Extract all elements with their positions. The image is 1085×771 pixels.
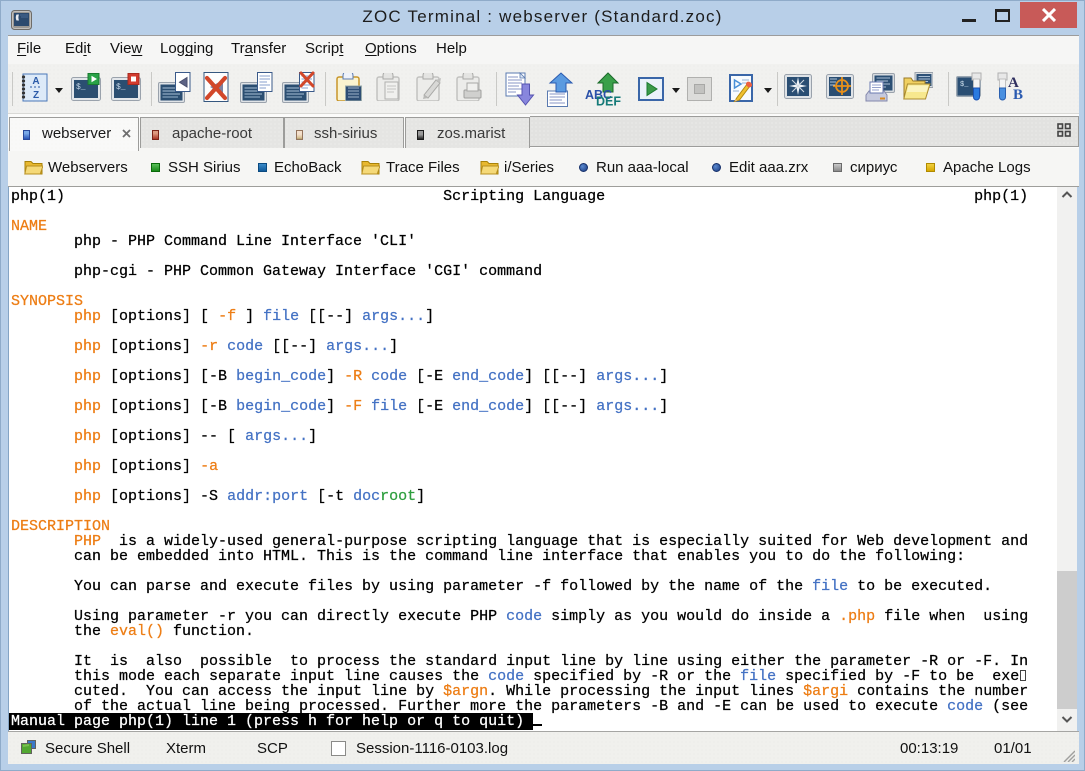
svg-text:DEF: DEF	[596, 95, 621, 109]
svg-text:B: B	[1013, 87, 1023, 102]
svg-text:A: A	[32, 76, 39, 87]
svg-text:$_: $_	[76, 83, 86, 92]
svg-text:$_: $_	[960, 81, 969, 89]
svg-text:$_: $_	[116, 83, 126, 92]
svg-text:Z: Z	[33, 90, 39, 101]
